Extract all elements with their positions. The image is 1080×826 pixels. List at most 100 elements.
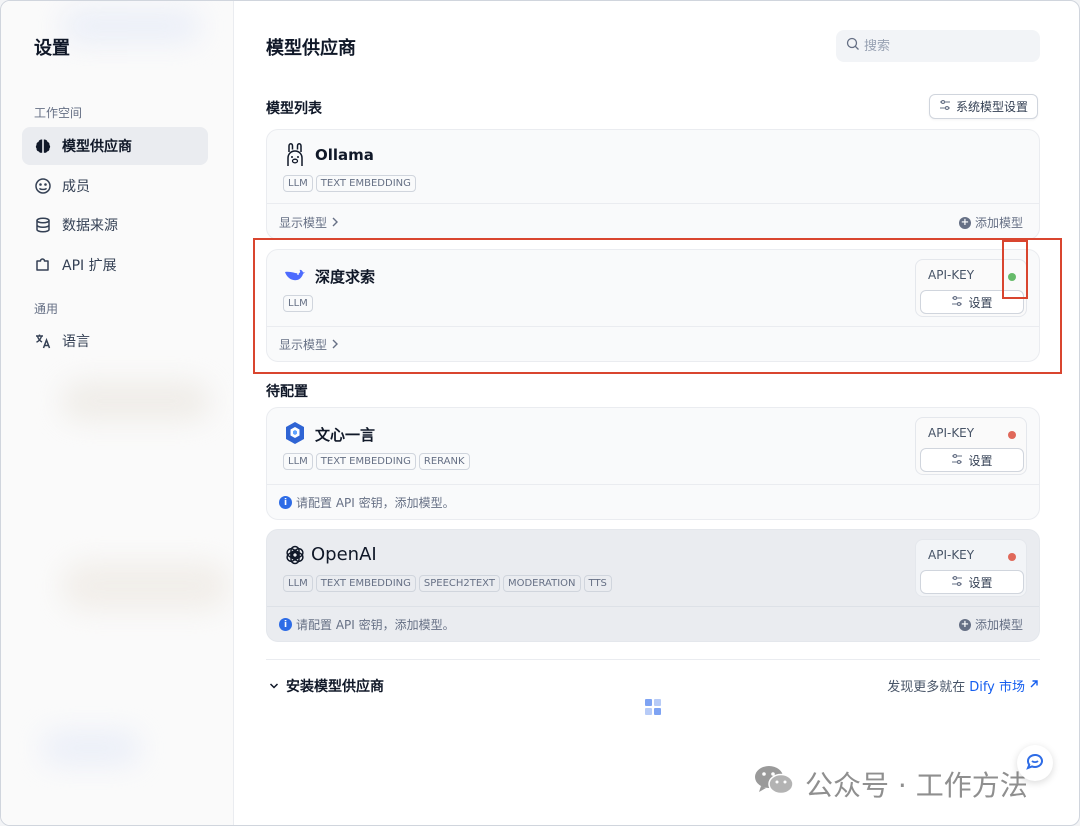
divider bbox=[267, 606, 1039, 607]
sidebar-item-label: 成员 bbox=[62, 179, 90, 195]
settings-title: 设置 bbox=[34, 38, 70, 59]
highlight-box-deepseek bbox=[253, 238, 1062, 374]
brain-icon bbox=[34, 137, 52, 155]
tag: MODERATION bbox=[502, 575, 581, 592]
install-provider-label: 安装模型供应商 bbox=[286, 679, 384, 695]
add-model-label: 添加模型 bbox=[974, 216, 1023, 230]
settings-button[interactable]: 设置 bbox=[920, 448, 1024, 472]
sliders-icon bbox=[951, 575, 963, 590]
chat-assistant-button[interactable] bbox=[1017, 745, 1053, 781]
status-indicator-red bbox=[1008, 431, 1016, 439]
page-title: 模型供应商 bbox=[266, 38, 356, 59]
info-icon: i bbox=[279, 496, 292, 509]
configure-hint-text: 请配置 API 密钥，添加模型。 bbox=[296, 496, 455, 510]
add-model-label: 添加模型 bbox=[974, 618, 1023, 632]
provider-card-openai: OpenAI LLM TEXT EMBEDDING SPEECH2TEXT MO… bbox=[266, 529, 1040, 642]
watermark-text: 公众号 · 工作方法 bbox=[805, 768, 1028, 802]
sliders-icon bbox=[939, 99, 951, 114]
tag: RERANK bbox=[418, 453, 470, 470]
api-key-panel: API-KEY 设置 bbox=[915, 417, 1027, 475]
sidebar-item-members[interactable]: 成员 bbox=[22, 167, 208, 205]
tag: SPEECH2TEXT bbox=[418, 575, 500, 592]
tag: LLM bbox=[283, 575, 313, 592]
install-provider-toggle[interactable]: 安装模型供应商 bbox=[269, 676, 384, 696]
sidebar-item-model-provider[interactable]: 模型供应商 bbox=[22, 127, 208, 165]
show-models-label: 显示模型 bbox=[279, 216, 328, 230]
system-model-settings-label: 系统模型设置 bbox=[956, 100, 1029, 114]
chevron-down-icon bbox=[269, 678, 279, 694]
loading-icon bbox=[645, 699, 661, 715]
show-models-button[interactable]: 显示模型 bbox=[279, 214, 339, 231]
pending-label: 待配置 bbox=[266, 384, 308, 400]
search-icon bbox=[846, 37, 860, 55]
tag: TEXT EMBEDDING bbox=[315, 175, 416, 192]
sidebar-item-label: 模型供应商 bbox=[62, 139, 132, 155]
provider-name: OpenAI bbox=[311, 544, 377, 565]
sidebar-item-label: 语言 bbox=[62, 334, 90, 350]
sidebar-item-language[interactable]: 语言 bbox=[22, 322, 208, 360]
blurred-background bbox=[61, 381, 211, 421]
highlight-box-status bbox=[1002, 240, 1028, 299]
sidebar-item-data-source[interactable]: 数据来源 bbox=[22, 206, 208, 244]
api-key-panel: API-KEY 设置 bbox=[915, 539, 1027, 597]
tag-list: LLM TEXT EMBEDDING RERANK bbox=[283, 453, 470, 470]
tag: TTS bbox=[583, 575, 612, 592]
configure-hint: i 请配置 API 密钥，添加模型。 bbox=[279, 616, 455, 633]
blurred-background bbox=[61, 9, 201, 43]
divider bbox=[267, 484, 1039, 485]
search-box[interactable] bbox=[836, 30, 1040, 62]
tag: TEXT EMBEDDING bbox=[315, 453, 416, 470]
model-list-label: 模型列表 bbox=[266, 101, 322, 117]
settings-label: 设置 bbox=[968, 453, 993, 468]
marketplace-text: 发现更多就在 bbox=[887, 680, 966, 695]
provider-card-wenxin: 文心一言 LLM TEXT EMBEDDING RERANK API-KEY 设… bbox=[266, 407, 1040, 520]
plus-icon: + bbox=[958, 216, 971, 229]
llama-icon bbox=[283, 142, 307, 168]
blurred-background bbox=[41, 731, 141, 765]
marketplace-link-text: Dify 市场 bbox=[969, 680, 1025, 695]
provider-card-ollama: Ollama LLM TEXT EMBEDDING 显示模型 + 添加模型 bbox=[266, 129, 1040, 240]
api-key-label: API-KEY bbox=[928, 548, 975, 562]
configure-hint: i 请配置 API 密钥，添加模型。 bbox=[279, 494, 455, 511]
openai-icon bbox=[283, 542, 307, 568]
tag: TEXT EMBEDDING bbox=[315, 575, 416, 592]
sidebar-item-label: 数据来源 bbox=[62, 218, 118, 234]
tag-list: LLM TEXT EMBEDDING bbox=[283, 175, 416, 192]
main-panel: 模型供应商 模型列表 系统模型设置 Ollama LLM TEXT EMBEDD… bbox=[235, 1, 1079, 825]
chevron-right-icon bbox=[331, 216, 339, 230]
api-key-label: API-KEY bbox=[928, 426, 975, 440]
sidebar: 设置 工作空间 模型供应商 成员 数据来源 API 扩展 通用 语言 bbox=[1, 1, 234, 825]
sidebar-item-api-extension[interactable]: API 扩展 bbox=[22, 246, 208, 284]
tag: LLM bbox=[283, 175, 313, 192]
members-icon bbox=[34, 177, 52, 195]
provider-name: 文心一言 bbox=[315, 426, 376, 444]
group-label-general: 通用 bbox=[34, 302, 59, 316]
divider bbox=[267, 203, 1039, 204]
wechat-icon bbox=[753, 763, 795, 804]
divider bbox=[266, 659, 1040, 660]
arrow-up-right-icon bbox=[1029, 678, 1039, 693]
group-label-workspace: 工作空间 bbox=[34, 106, 83, 120]
add-model-button[interactable]: + 添加模型 bbox=[958, 214, 1023, 231]
translate-icon bbox=[34, 332, 52, 350]
settings-button[interactable]: 设置 bbox=[920, 570, 1024, 594]
status-indicator-red bbox=[1008, 553, 1016, 561]
system-model-settings-button[interactable]: 系统模型设置 bbox=[929, 94, 1039, 119]
database-icon bbox=[34, 216, 52, 234]
settings-window: 设置 工作空间 模型供应商 成员 数据来源 API 扩展 通用 语言 模型供应商… bbox=[0, 0, 1080, 826]
wenxin-icon bbox=[283, 420, 307, 446]
tag-list: LLM TEXT EMBEDDING SPEECH2TEXT MODERATIO… bbox=[283, 575, 612, 592]
provider-name: Ollama bbox=[315, 146, 374, 164]
marketplace-link[interactable]: 发现更多就在 Dify 市场 bbox=[887, 676, 1039, 695]
sliders-icon bbox=[951, 453, 963, 468]
settings-label: 设置 bbox=[968, 575, 993, 590]
plus-icon: + bbox=[958, 618, 971, 631]
watermark: 公众号 · 工作方法 bbox=[753, 763, 1028, 804]
puzzle-icon bbox=[34, 256, 52, 274]
search-input[interactable] bbox=[864, 38, 1034, 54]
info-icon: i bbox=[279, 618, 292, 631]
chat-bubble-icon bbox=[1024, 750, 1046, 776]
blurred-background bbox=[61, 561, 231, 611]
add-model-button[interactable]: + 添加模型 bbox=[958, 616, 1023, 633]
configure-hint-text: 请配置 API 密钥，添加模型。 bbox=[296, 618, 455, 632]
